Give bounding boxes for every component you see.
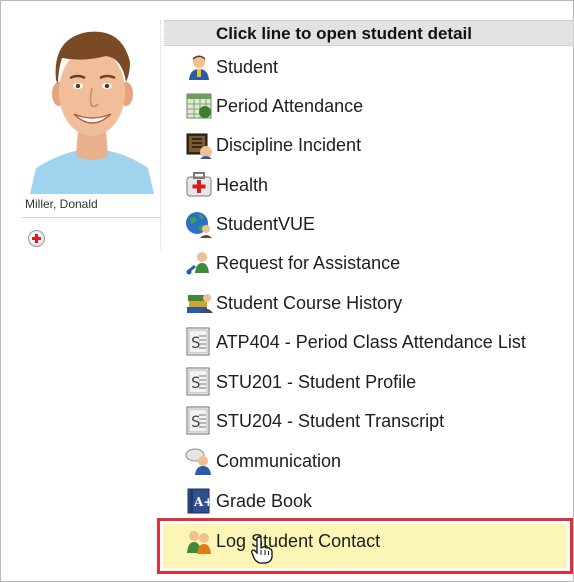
menu-item-grade-book[interactable]: A+ Grade Book bbox=[184, 482, 312, 520]
globe-person-icon bbox=[184, 209, 214, 239]
discipline-book-icon bbox=[184, 130, 214, 160]
menu-item-period-attendance[interactable]: Period Attendance bbox=[184, 87, 363, 125]
student-card: Miller, Donald bbox=[22, 18, 162, 254]
card-separator bbox=[160, 20, 162, 250]
menu-item-student-course-history[interactable]: Student Course History bbox=[184, 284, 402, 322]
assistance-person-icon bbox=[184, 248, 214, 278]
menu-item-label: Discipline Incident bbox=[216, 134, 362, 155]
menu-item-health[interactable]: Health bbox=[184, 166, 268, 204]
hand-cursor-icon bbox=[251, 536, 273, 569]
menu-item-request-for-assistance[interactable]: Request for Assistance bbox=[184, 244, 400, 282]
menu-item-label: Period Attendance bbox=[216, 95, 364, 116]
student-photo bbox=[22, 18, 162, 194]
report-document-icon: S bbox=[184, 367, 214, 397]
menu-item-label: Communication bbox=[216, 450, 342, 471]
contact-people-icon bbox=[184, 526, 214, 556]
menu-item-stu201[interactable]: S STU201 - Student Profile bbox=[184, 363, 416, 401]
report-document-icon: S bbox=[184, 406, 214, 436]
menu-item-discipline-incident[interactable]: Discipline Incident bbox=[184, 126, 361, 164]
student-icon bbox=[184, 52, 214, 82]
student-detail-menu: Click line to open student detail Studen… bbox=[164, 20, 574, 580]
menu-item-label: Log Student Contact bbox=[216, 530, 381, 551]
first-aid-kit-icon bbox=[184, 170, 214, 200]
menu-item-label: Grade Book bbox=[216, 490, 313, 511]
menu-item-label: Request for Assistance bbox=[216, 252, 401, 273]
student-name: Miller, Donald bbox=[25, 197, 98, 211]
menu-item-label: Student Course History bbox=[216, 292, 403, 313]
communication-person-icon bbox=[184, 446, 214, 476]
card-divider bbox=[22, 217, 162, 218]
menu-item-label: STU204 - Student Transcript bbox=[216, 410, 445, 431]
report-document-icon: S bbox=[184, 327, 214, 357]
menu-item-label: StudentVUE bbox=[216, 213, 316, 234]
menu-item-stu204[interactable]: S STU204 - Student Transcript bbox=[184, 402, 444, 440]
menu-item-log-student-contact[interactable]: Log Student Contact bbox=[184, 522, 380, 560]
menu-item-studentvue[interactable]: StudentVUE bbox=[184, 205, 315, 243]
menu-item-label: ATP404 - Period Class Attendance List bbox=[216, 331, 526, 352]
menu-item-student[interactable]: Student bbox=[184, 48, 278, 86]
menu-item-label: STU201 - Student Profile bbox=[216, 371, 417, 392]
grade-book-icon: A+ bbox=[184, 486, 214, 516]
menu-item-label: Health bbox=[216, 174, 269, 195]
menu-header: Click line to open student detail bbox=[164, 20, 574, 46]
calendar-icon bbox=[184, 91, 214, 121]
add-icon[interactable] bbox=[28, 230, 45, 247]
menu-item-atp404[interactable]: S ATP404 - Period Class Attendance List bbox=[184, 323, 526, 361]
svg-text:A+: A+ bbox=[193, 495, 213, 509]
books-stack-icon bbox=[184, 288, 214, 318]
menu-item-communication[interactable]: Communication bbox=[184, 442, 341, 480]
menu-item-label: Student bbox=[216, 56, 279, 77]
